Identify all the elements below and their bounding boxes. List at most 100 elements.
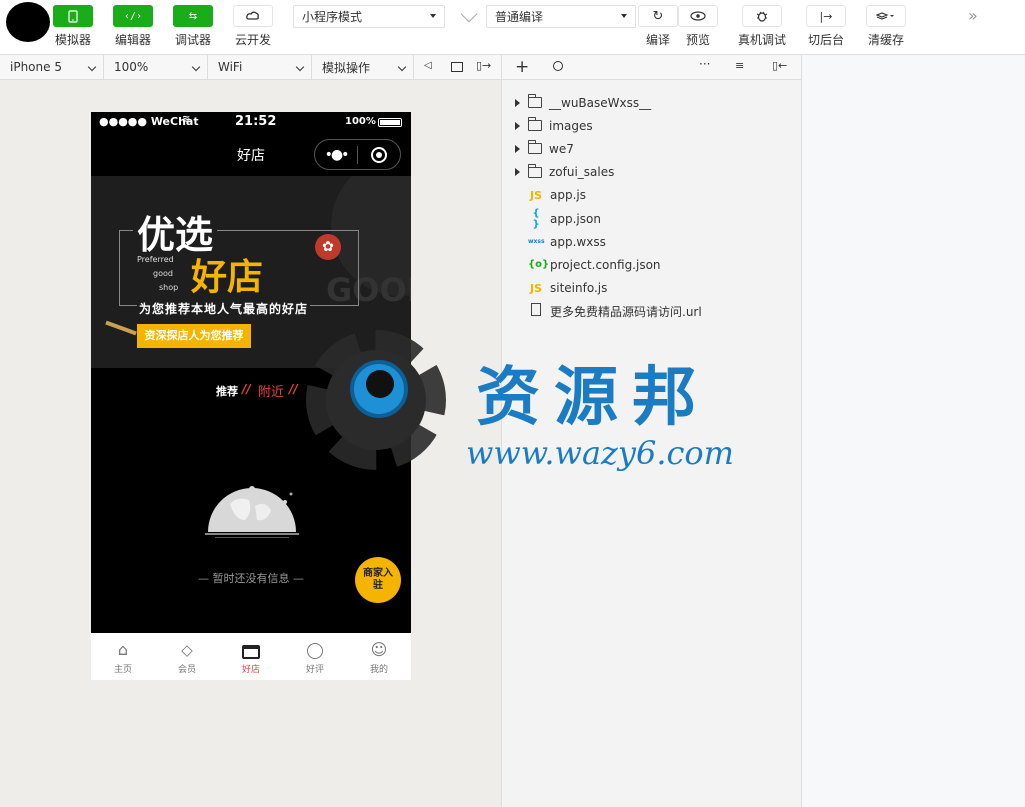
- file-tree-item[interactable]: 更多免费精品源码请访问.url: [502, 300, 801, 323]
- chevron-down-icon: [397, 62, 407, 72]
- cloud-label: 云开发: [234, 33, 271, 47]
- file-tree-item[interactable]: zofui_sales: [502, 161, 801, 184]
- search-icon[interactable]: [553, 61, 563, 71]
- file-name: __wuBaseWxss__: [549, 95, 652, 110]
- file-tree-item[interactable]: __wuBaseWxss__: [502, 91, 801, 114]
- banner[interactable]: GOOD 优选 Preferred good shop 好店 ✿ 为您推荐本地人…: [91, 176, 411, 368]
- background-button[interactable]: |→ 切后台: [806, 5, 846, 48]
- debugger-button[interactable]: ⇆ 调试器: [173, 5, 213, 48]
- file-icon: [528, 303, 544, 319]
- smile-icon: ☺: [370, 640, 388, 659]
- more-icon[interactable]: •●•: [315, 147, 357, 163]
- file-name: 更多免费精品源码请访问.url: [550, 304, 702, 319]
- chopsticks-icon: [105, 320, 137, 336]
- filter-nearby[interactable]: 附近: [258, 381, 284, 400]
- tab-home[interactable]: ⌂ 主页: [91, 633, 155, 680]
- simulator-panel: ●●●●● WeChat ≋ 21:52 100% 好店 •●• GOOD 优选…: [0, 80, 501, 807]
- file-tree-item[interactable]: we7: [502, 137, 801, 160]
- battery-icon: [378, 118, 402, 127]
- empty-plate-icon: [205, 482, 299, 538]
- file-tree-item[interactable]: {o} project.config.json: [502, 253, 801, 276]
- remote-debug-button[interactable]: 真机调试: [738, 5, 786, 48]
- editor-label: 编辑器: [114, 33, 151, 47]
- file-tree-item[interactable]: JS app.js: [502, 184, 801, 207]
- expand-icon[interactable]: »: [968, 6, 978, 25]
- avatar[interactable]: [6, 2, 50, 42]
- tab-shop[interactable]: 好店: [219, 633, 283, 680]
- capsule-menu[interactable]: •●•: [314, 139, 401, 170]
- chevron-down-icon: [295, 62, 305, 72]
- zoom-value: 100%: [114, 60, 149, 74]
- simulator-button[interactable]: 模拟器: [53, 5, 93, 48]
- banner-button[interactable]: 资深探店人为您推荐: [137, 324, 251, 348]
- code-icon: ‹/›: [113, 5, 153, 27]
- background-label: 切后台: [807, 33, 844, 47]
- tab-mine[interactable]: ☺ 我的: [347, 633, 411, 680]
- detach-icon[interactable]: ▯→: [476, 59, 491, 72]
- file-tree-item[interactable]: JS siteinfo.js: [502, 277, 801, 300]
- device-select[interactable]: iPhone 5: [0, 55, 104, 79]
- shrimp-icon: ✿: [315, 234, 341, 260]
- tab-shop-label: 好店: [241, 665, 260, 675]
- chevron-right-icon: [515, 144, 520, 153]
- refresh-icon: ↻: [638, 5, 678, 27]
- js-file-icon: JS: [529, 188, 542, 202]
- preview-button[interactable]: 预览: [678, 5, 718, 48]
- phone-icon: [53, 5, 93, 27]
- tab-review[interactable]: 好评: [283, 633, 347, 680]
- clear-cache-button[interactable]: 清缓存: [866, 5, 906, 48]
- folder-icon: [528, 94, 542, 108]
- layers-icon: [866, 5, 906, 27]
- js-file-icon: JS: [529, 281, 542, 295]
- tab-mine-label: 我的: [369, 665, 388, 675]
- editor-panel: [802, 55, 1025, 807]
- clear-cache-label: 清缓存: [867, 33, 904, 47]
- debug-icon: ⇆: [173, 5, 213, 27]
- editor-button[interactable]: ‹/› 编辑器: [113, 5, 153, 48]
- volume-icon[interactable]: ◁: [424, 60, 432, 71]
- file-tree-item[interactable]: images: [502, 114, 801, 137]
- config-file-icon: {o}: [528, 259, 550, 271]
- phone-screen: ●●●●● WeChat ≋ 21:52 100% 好店 •●• GOOD 优选…: [91, 112, 411, 680]
- network-select[interactable]: WiFi: [208, 55, 312, 79]
- window-icon[interactable]: [451, 62, 463, 72]
- tab-member[interactable]: ◇ 会员: [155, 633, 219, 680]
- cloud-button[interactable]: 云开发: [233, 5, 273, 48]
- operation-select[interactable]: 模拟操作: [312, 55, 414, 79]
- main-toolbar: 模拟器 ‹/› 编辑器 ⇆ 调试器 云开发 小程序模式 普通编译 ↻ 编译 预览…: [0, 0, 1025, 55]
- file-name: zofui_sales: [549, 165, 615, 180]
- home-icon: ⌂: [117, 640, 129, 659]
- tab-home-label: 主页: [113, 665, 132, 675]
- switch-icon: |→: [806, 5, 846, 27]
- close-target-icon[interactable]: [358, 146, 400, 163]
- file-tree-item[interactable]: wxss app.wxss: [502, 230, 801, 253]
- compile-label: 编译: [645, 33, 670, 47]
- collapse-icon[interactable]: ≡: [735, 59, 744, 72]
- cloud-icon: [233, 5, 273, 27]
- compile-button[interactable]: ↻ 编译: [638, 5, 678, 48]
- operation-value: 模拟操作: [322, 60, 371, 75]
- chevron-down-icon: [191, 62, 201, 72]
- zoom-select[interactable]: 100%: [104, 55, 208, 79]
- slash-icon: //: [242, 382, 251, 396]
- file-tree-item[interactable]: { } app.json: [502, 207, 801, 230]
- json-file-icon: { }: [532, 207, 540, 230]
- mode-select[interactable]: 小程序模式: [293, 5, 445, 28]
- compile-mode-select[interactable]: 普通编译: [486, 5, 636, 28]
- battery-text: 100%: [345, 116, 376, 127]
- device-bar: iPhone 5 100% WiFi 模拟操作 ◁ ▯→: [0, 55, 501, 80]
- add-icon[interactable]: +: [515, 57, 529, 77]
- remote-debug-label: 真机调试: [738, 33, 787, 47]
- diamond-icon: ◇: [181, 641, 193, 659]
- more-icon[interactable]: ···: [699, 57, 710, 71]
- merchant-badge[interactable]: 商家入驻: [355, 557, 401, 603]
- folder-icon: [528, 163, 542, 178]
- folder-icon: [528, 117, 542, 132]
- chevron-right-icon: [515, 98, 520, 107]
- split-icon[interactable]: ▯←: [772, 59, 787, 72]
- chevron-down-icon: [430, 14, 436, 18]
- file-name: siteinfo.js: [550, 281, 608, 296]
- tab-member-label: 会员: [177, 665, 196, 675]
- folder-icon: [528, 140, 542, 155]
- filter-recommend[interactable]: 推荐: [216, 383, 238, 399]
